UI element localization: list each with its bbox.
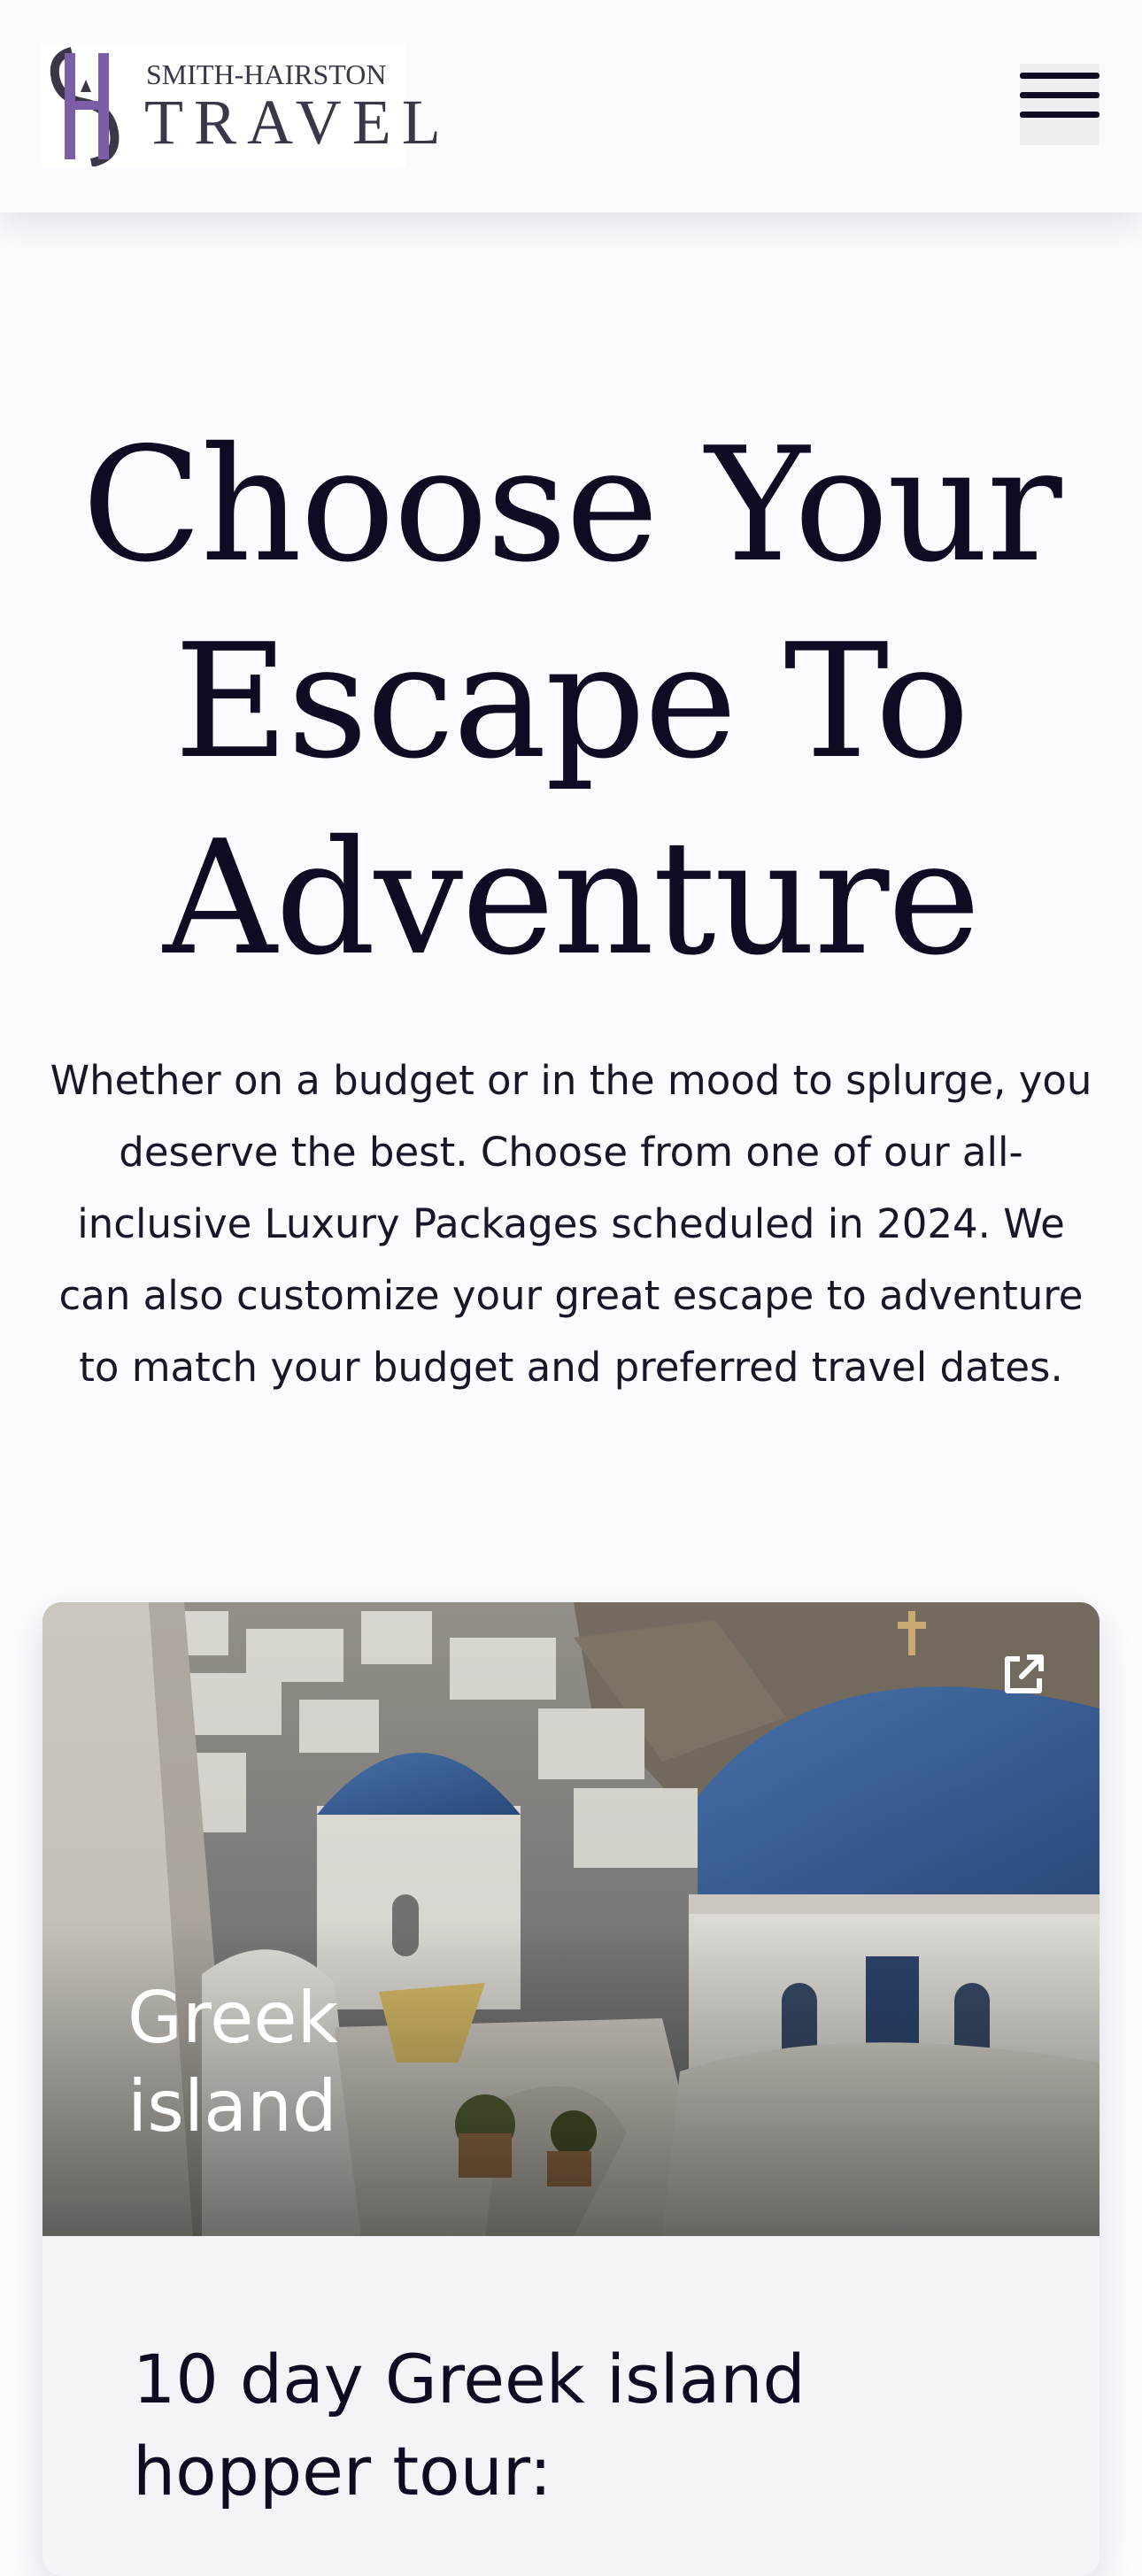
menu-bar-middle [1020,92,1100,98]
hamburger-menu-button[interactable] [1020,64,1100,145]
logo-line-2: TRAVEL [144,87,451,158]
title-line-1: Choose Your [81,413,1061,597]
card-label-line-2: island [127,2065,337,2148]
site-logo[interactable]: SMITH-HAIRSTON TRAVEL [42,44,441,167]
monogram-logo-icon [42,44,130,167]
title-line-2: Escape To [174,610,969,793]
card-body: 10 day Greek island hopper tour: [42,2236,1100,2576]
intro-paragraph: Whether on a budget or in the mood to sp… [50,1057,1092,1391]
title-line-3: Adventure [163,806,981,990]
card-label-line-1: Greek [127,1977,338,2059]
card-image[interactable]: Greek island [42,1602,1100,2236]
card-title[interactable]: 10 day Greek island hopper tour: [133,2333,1018,2518]
page-title: Choose Your Escape To Adventure [0,407,1142,997]
hero-section: Choose Your Escape To Adventure [0,407,1142,997]
card-title-line-1: 10 day Greek island [133,2340,806,2418]
card-image-label: Greek island [127,1974,570,2151]
card-title-line-2: hopper tour: [133,2432,552,2510]
logo-wordmark: SMITH-HAIRSTON TRAVEL [144,58,451,158]
external-link-icon[interactable] [1000,1652,1046,1698]
menu-bar-bottom [1020,112,1100,118]
menu-bar-top [1020,73,1100,79]
site-header: SMITH-HAIRSTON TRAVEL [0,0,1142,212]
package-card[interactable]: Greek island 10 day Greek island hopper … [42,1602,1100,2576]
